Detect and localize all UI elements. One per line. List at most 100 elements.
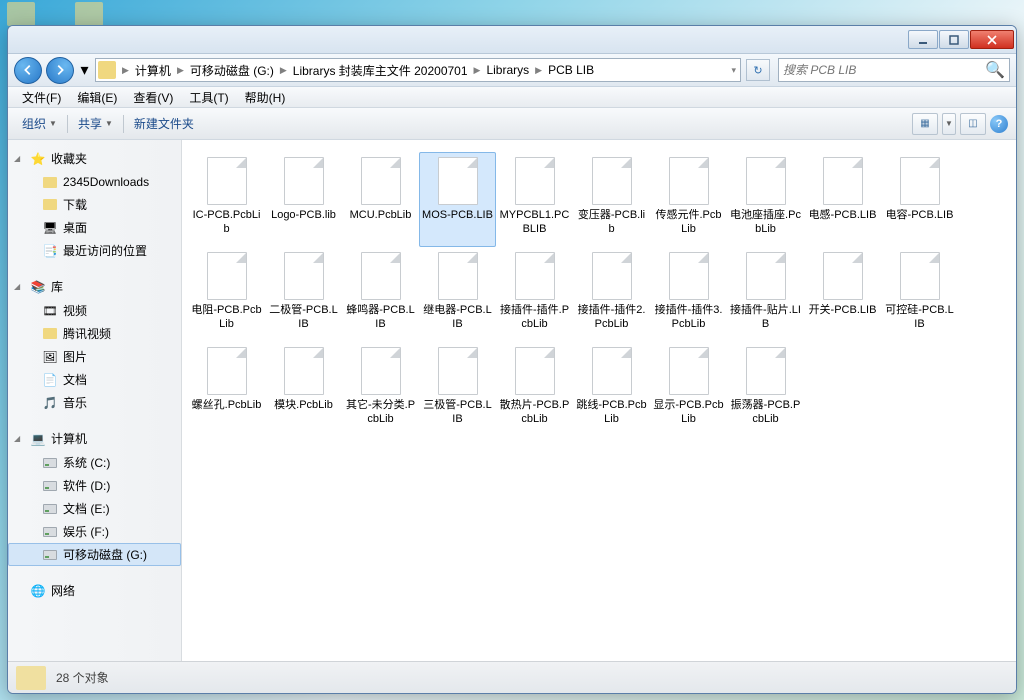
menu-help[interactable]: 帮助(H) [237, 87, 294, 108]
sidebar-item-drive-d[interactable]: 软件 (D:) [8, 474, 181, 497]
minimize-button[interactable] [908, 30, 938, 49]
folder-icon [42, 174, 58, 190]
view-mode-button[interactable]: ▦ [912, 113, 938, 135]
history-dropdown[interactable]: ▾ [78, 57, 91, 84]
sidebar-item-videos[interactable]: 🎞视频 [8, 299, 181, 322]
sidebar-item-downloads[interactable]: 下载 [8, 193, 181, 216]
search-icon[interactable]: 🔍 [985, 60, 1005, 80]
sidebar-item-drive-g[interactable]: 可移动磁盘 (G:) [8, 543, 181, 566]
back-button[interactable] [14, 57, 42, 84]
file-icon [361, 252, 401, 300]
breadcrumb-item[interactable]: 计算机 [131, 59, 175, 81]
sidebar-item-music[interactable]: 🎵音乐 [8, 391, 181, 414]
file-label: 接插件-贴片.LIB [730, 304, 801, 332]
sidebar-item-tencent[interactable]: 腾讯视频 [8, 322, 181, 345]
file-item[interactable]: 开关-PCB.LIB [804, 247, 881, 342]
file-icon [669, 347, 709, 395]
file-item[interactable]: 电池座插座.PcbLib [727, 152, 804, 247]
desktop-shortcut[interactable] [7, 2, 35, 26]
breadcrumb-sep[interactable]: ▶ [533, 65, 544, 76]
file-item[interactable]: MOS-PCB.LIB [419, 152, 496, 247]
menu-file[interactable]: 文件(F) [14, 87, 69, 108]
sidebar-item-desktop[interactable]: 🖥桌面 [8, 216, 181, 239]
file-item[interactable]: 传感元件.PcbLib [650, 152, 727, 247]
breadcrumb-sep[interactable]: ▶ [120, 65, 131, 76]
sidebar-item-recent[interactable]: 📑最近访问的位置 [8, 239, 181, 262]
breadcrumb-item[interactable]: PCB LIB [544, 59, 598, 81]
address-bar[interactable]: ▶ 计算机 ▶ 可移动磁盘 (G:) ▶ Librarys 封装库主文件 202… [95, 58, 741, 82]
sidebar-item-drive-e[interactable]: 文档 (E:) [8, 497, 181, 520]
file-icon [438, 347, 478, 395]
breadcrumb-item[interactable]: 可移动磁盘 (G:) [186, 59, 278, 81]
sidebar-item-2345downloads[interactable]: 2345Downloads [8, 171, 181, 193]
menu-tools[interactable]: 工具(T) [181, 87, 236, 108]
search-input[interactable] [783, 63, 985, 77]
view-mode-dropdown[interactable]: ▼ [942, 113, 956, 135]
file-item[interactable]: 接插件-插件2.PcbLib [573, 247, 650, 342]
maximize-button[interactable] [939, 30, 969, 49]
menu-edit[interactable]: 编辑(E) [69, 87, 125, 108]
file-item[interactable]: MCU.PcbLib [342, 152, 419, 247]
star-icon: ⭐ [30, 151, 46, 167]
file-label: 电阻-PCB.PcbLib [191, 304, 262, 332]
file-item[interactable]: 二极管-PCB.LIB [265, 247, 342, 342]
toolbar: 组织▼ 共享▼ 新建文件夹 ▦ ▼ ◫ ? [8, 108, 1016, 140]
sidebar-item-drive-c[interactable]: 系统 (C:) [8, 451, 181, 474]
close-button[interactable] [970, 30, 1014, 49]
address-dropdown[interactable]: ▾ [729, 65, 738, 76]
sidebar-group-computer[interactable]: 💻计算机 [8, 426, 181, 451]
file-label: Logo-PCB.lib [271, 209, 336, 223]
file-item[interactable]: 继电器-PCB.LIB [419, 247, 496, 342]
file-item[interactable]: 接插件-插件3.PcbLib [650, 247, 727, 342]
desktop-shortcut[interactable] [75, 2, 103, 26]
file-label: 传感元件.PcbLib [653, 209, 724, 237]
file-icon [438, 252, 478, 300]
file-item[interactable]: 模块.PcbLib [265, 342, 342, 437]
breadcrumb-item[interactable]: Librarys 封装库主文件 20200701 [289, 59, 472, 81]
breadcrumb-sep[interactable]: ▶ [175, 65, 186, 76]
file-icon [515, 347, 555, 395]
sidebar-item-pictures[interactable]: 🖼图片 [8, 345, 181, 368]
file-item[interactable]: 显示-PCB.PcbLib [650, 342, 727, 437]
preview-pane-button[interactable]: ◫ [960, 113, 986, 135]
file-item[interactable]: 其它-未分类.PcbLib [342, 342, 419, 437]
refresh-button[interactable]: ↻ [746, 59, 770, 81]
file-icon [746, 347, 786, 395]
file-item[interactable]: 接插件-贴片.LIB [727, 247, 804, 342]
file-item[interactable]: 接插件-插件.PcbLib [496, 247, 573, 342]
file-item[interactable]: 振荡器-PCB.PcbLib [727, 342, 804, 437]
file-item[interactable]: Logo-PCB.lib [265, 152, 342, 247]
organize-button[interactable]: 组织▼ [16, 112, 63, 135]
file-item[interactable]: 变压器-PCB.lib [573, 152, 650, 247]
file-item[interactable]: 电容-PCB.LIB [881, 152, 958, 247]
breadcrumb-item[interactable]: Librarys [482, 59, 533, 81]
file-item[interactable]: 散热片-PCB.PcbLib [496, 342, 573, 437]
file-item[interactable]: 螺丝孔.PcbLib [188, 342, 265, 437]
file-item[interactable]: IC-PCB.PcbLib [188, 152, 265, 247]
sidebar-group-network[interactable]: 🌐网络 [8, 578, 181, 603]
file-item[interactable]: 电感-PCB.LIB [804, 152, 881, 247]
sidebar-item-documents[interactable]: 📄文档 [8, 368, 181, 391]
breadcrumb-sep[interactable]: ▶ [278, 65, 289, 76]
sidebar-group-libraries[interactable]: 📚库 [8, 274, 181, 299]
breadcrumb-sep[interactable]: ▶ [472, 65, 483, 76]
newfolder-button[interactable]: 新建文件夹 [128, 112, 200, 135]
share-button[interactable]: 共享▼ [72, 112, 119, 135]
computer-icon: 💻 [30, 431, 46, 447]
sidebar-item-drive-f[interactable]: 娱乐 (F:) [8, 520, 181, 543]
file-item[interactable]: 电阻-PCB.PcbLib [188, 247, 265, 342]
help-button[interactable]: ? [990, 115, 1008, 133]
file-list[interactable]: IC-PCB.PcbLib Logo-PCB.lib MCU.PcbLibMOS-P… [182, 140, 1016, 661]
file-item[interactable]: MYPCBL1.PCBLIB [496, 152, 573, 247]
file-item[interactable]: 蜂鸣器-PCB.LIB [342, 247, 419, 342]
file-item[interactable]: 可控硅-PCB.LIB [881, 247, 958, 342]
sidebar-group-favorites[interactable]: ⭐收藏夹 [8, 146, 181, 171]
file-label: 模块.PcbLib [274, 399, 333, 413]
search-box[interactable]: 🔍 [778, 58, 1010, 82]
forward-button[interactable] [46, 57, 74, 84]
file-icon [515, 252, 555, 300]
menu-view[interactable]: 查看(V) [125, 87, 181, 108]
file-label: 三极管-PCB.LIB [422, 399, 493, 427]
file-item[interactable]: 跳线-PCB.PcbLib [573, 342, 650, 437]
file-item[interactable]: 三极管-PCB.LIB [419, 342, 496, 437]
